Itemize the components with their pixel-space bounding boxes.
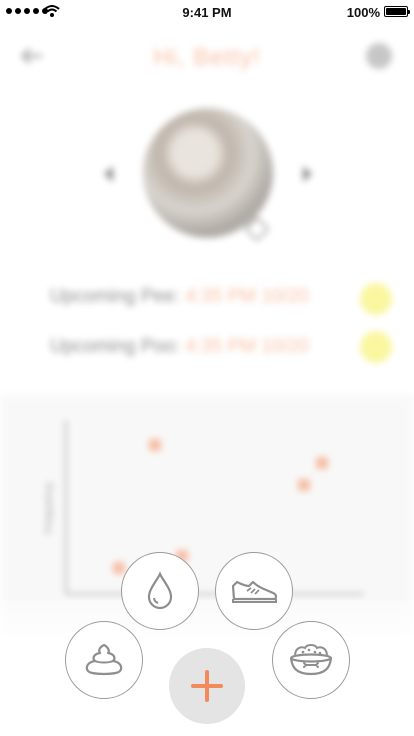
upcoming-poo-label: Upcoming Poo: [50,336,180,357]
previous-pet-icon[interactable] [104,166,113,182]
upcoming-pee-label: Upcoming Pee: [50,286,180,307]
log-food-button[interactable] [272,621,350,699]
plus-icon [191,670,223,702]
log-poop-button[interactable] [65,621,143,699]
water-drop-icon [147,571,173,610]
battery-icon [384,6,410,17]
chart-point [113,562,125,574]
upcoming-pee-row: Upcoming Pee: 4:35 PM 10/20 [50,286,309,308]
food-bowl-icon [289,644,333,676]
status-badge [360,331,392,363]
page-title: Hi, Betty! [153,44,261,71]
poop-icon [85,643,123,676]
next-pet-icon[interactable] [303,166,312,182]
upcoming-pee-value: 4:35 PM 10/20 [185,286,309,307]
battery-percent: 100% [346,5,380,20]
chart-y-label: Frequency [43,482,55,534]
log-walk-button[interactable] [215,552,293,630]
chart-point [316,457,328,469]
shoe-icon [231,580,278,603]
upcoming-poo-value: 4:35 PM 10/20 [185,336,309,357]
status-badge [360,283,392,315]
status-bar: 9:41 PM 100% [0,0,414,24]
chart-point [298,479,310,491]
upcoming-poo-row: Upcoming Poo: 4:35 PM 10/20 [50,336,309,358]
add-entry-button[interactable] [169,648,245,724]
gear-icon[interactable] [366,43,392,69]
chart-point [149,439,161,451]
log-water-button[interactable] [121,552,199,630]
